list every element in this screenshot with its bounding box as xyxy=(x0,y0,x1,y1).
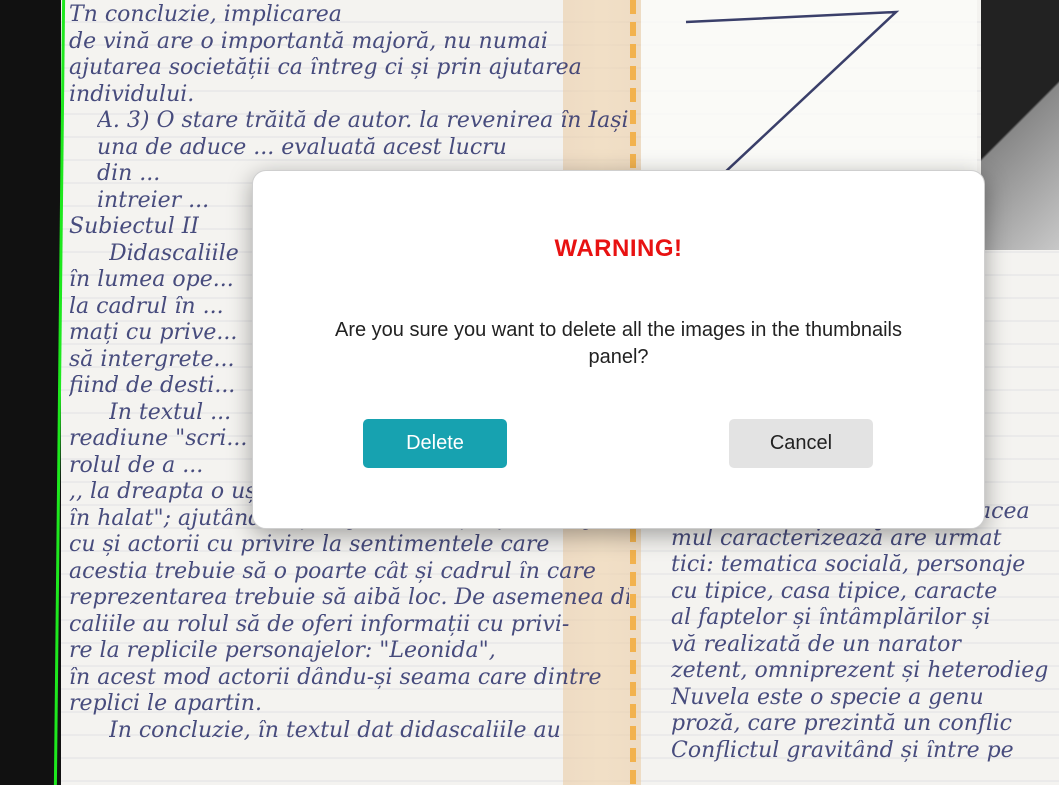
handwritten-line: al faptelor și întâmplărilor și xyxy=(671,607,991,629)
handwritten-line: să intergrete... xyxy=(69,348,235,371)
page-corner-shadow xyxy=(981,0,1059,250)
handwritten-line: readiune "scri... xyxy=(69,428,248,450)
handwritten-line: Nuvela este o specie a genu xyxy=(671,686,984,709)
handwritten-line: mul caracterizează are urmat xyxy=(671,527,1002,550)
handwritten-line: Conflictul gravitând și între pe xyxy=(671,739,1014,762)
handwritten-line: caliile au rolul să de oferi informații … xyxy=(69,613,570,636)
document-viewer: Tn concluzie, implicarea de vină are o im… xyxy=(0,0,1059,785)
handwritten-line: de vină are o importantă majoră, nu numa… xyxy=(69,30,548,53)
handwritten-line: din ... xyxy=(97,163,161,185)
handwritten-line: Tn concluzie, implicarea xyxy=(69,4,342,26)
handwritten-line: acestia trebuie să o poarte cât și cadru… xyxy=(69,560,596,583)
cancel-button[interactable]: Cancel xyxy=(729,419,873,468)
handwritten-line: în lumea ope... xyxy=(69,269,234,291)
handwritten-line: vă realizată de un narator xyxy=(671,633,961,656)
handwritten-line: În concluzie, în textul dat didascaliile… xyxy=(109,719,561,742)
handwritten-line: cu și actorii cu privire la sentimentele… xyxy=(69,534,550,556)
handwritten-line: fiind de desti... xyxy=(69,375,236,397)
handwritten-line: Didascaliile xyxy=(109,242,239,265)
handwritten-line: proză, care prezintă un conflic xyxy=(671,713,1012,735)
handwritten-line: individului. xyxy=(69,83,195,106)
handwritten-line: În textul ... xyxy=(109,401,232,424)
handwritten-line: reprezentarea trebuie să aibă loc. De as… xyxy=(69,587,629,609)
handwritten-line: tici: tematica socială, personaje xyxy=(671,554,1026,576)
dialog-message: Are you sure you want to delete all the … xyxy=(335,319,902,368)
handwritten-line: zetent, omniprezent și heterodieg xyxy=(671,660,1049,682)
handwritten-line: Subiectul II xyxy=(69,216,200,238)
handwritten-line: replici le apartin. xyxy=(69,693,262,715)
delete-button[interactable]: Delete xyxy=(363,419,507,468)
dialog-title: WARNING! xyxy=(554,235,683,262)
handwritten-line: mați cu prive... xyxy=(69,322,238,344)
handwritten-line: una de aduce ... evaluată acest lucru xyxy=(97,136,507,159)
handwritten-line: la cadrul în ... xyxy=(69,295,224,318)
handwritten-line: în acest mod actorii dându-și seama care… xyxy=(69,666,602,689)
handwritten-line: A. 3) O stare trăită de autor. la reveni… xyxy=(97,110,629,132)
handwritten-line: re la replicile personajelor: "Leonida", xyxy=(69,640,496,662)
handwritten-line: cu tipice, casa tipice, caracte xyxy=(671,580,998,603)
delete-confirmation-dialog: WARNING! Are you sure you want to delete… xyxy=(252,170,985,529)
scan-border xyxy=(0,0,62,785)
handwritten-line: intreier ... xyxy=(97,189,210,212)
handwritten-line: rolul de a ... xyxy=(69,454,204,477)
handwritten-line: ajutarea societății ca întreg ci și prin… xyxy=(69,57,582,79)
